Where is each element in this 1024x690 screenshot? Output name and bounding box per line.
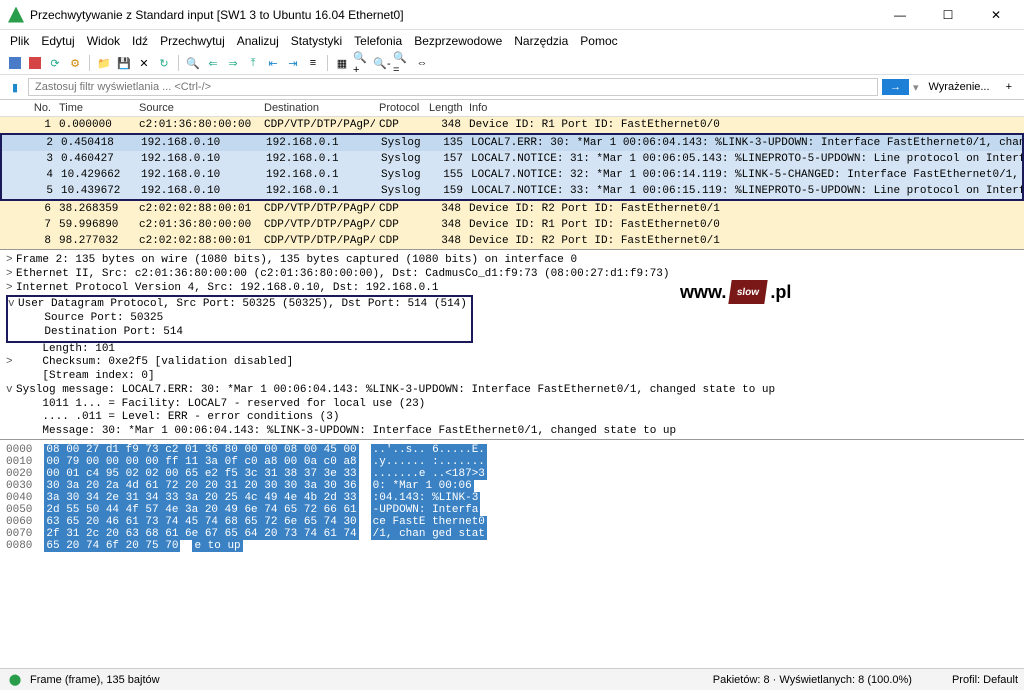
- hex-row[interactable]: 001000 79 00 00 00 00 ff 11 3a 0f c0 a8 …: [6, 456, 1018, 468]
- hex-row[interactable]: 002000 01 c4 95 02 02 00 65 e2 f5 3c 31 …: [6, 468, 1018, 480]
- detail-row[interactable]: >Internet Protocol Version 4, Src: 192.1…: [6, 282, 1018, 296]
- zoom-in-icon[interactable]: 🔍+: [353, 54, 371, 72]
- detail-row[interactable]: >Frame 2: 135 bytes on wire (1080 bits),…: [6, 254, 1018, 268]
- status-mid: Pakietów: 8 · Wyświetlanych: 8 (100.0%): [713, 674, 912, 686]
- save-icon[interactable]: 💾: [115, 54, 133, 72]
- detail-row[interactable]: Message: 30: *Mar 1 00:06:04.143: %LINK-…: [6, 425, 1018, 439]
- restart-capture-icon[interactable]: ⟳: [46, 54, 64, 72]
- hex-row[interactable]: 00403a 30 34 2e 31 34 33 3a 20 25 4c 49 …: [6, 492, 1018, 504]
- options-icon[interactable]: ⚙: [66, 54, 84, 72]
- resize-cols-icon[interactable]: ⇔: [413, 54, 431, 72]
- start-capture-icon[interactable]: [6, 54, 24, 72]
- menu-analizuj[interactable]: Analizuj: [237, 34, 279, 48]
- packet-row[interactable]: 20.450418192.168.0.10192.168.0.1Syslog13…: [2, 135, 1022, 151]
- autoscroll-icon[interactable]: ≡: [304, 54, 322, 72]
- detail-row[interactable]: > Checksum: 0xe2f5 [validation disabled]: [6, 356, 1018, 370]
- packet-row[interactable]: 898.277032c2:02:02:88:00:01CDP/VTP/DTP/P…: [0, 233, 1024, 249]
- menu-idź[interactable]: Idź: [132, 34, 148, 48]
- detail-row[interactable]: [Stream index: 0]: [6, 370, 1018, 384]
- menu-edytuj[interactable]: Edytuj: [41, 34, 74, 48]
- menu-statystyki[interactable]: Statystyki: [291, 34, 342, 48]
- hex-row[interactable]: 00502d 55 50 44 4f 57 4e 3a 20 49 6e 74 …: [6, 504, 1018, 516]
- colorize-icon[interactable]: ▦: [333, 54, 351, 72]
- close-file-icon[interactable]: ✕: [135, 54, 153, 72]
- add-filter-button[interactable]: +: [1000, 81, 1018, 93]
- expert-info-icon[interactable]: ⬤: [6, 671, 24, 689]
- expression-button[interactable]: Wyrażenie...: [923, 81, 996, 93]
- close-button[interactable]: ✕: [976, 3, 1016, 27]
- packet-row[interactable]: 410.429662192.168.0.10192.168.0.1Syslog1…: [2, 167, 1022, 183]
- last-icon[interactable]: ⇥: [284, 54, 302, 72]
- detail-row[interactable]: vUser Datagram Protocol, Src Port: 50325…: [8, 298, 467, 312]
- menu-telefonia[interactable]: Telefonia: [354, 34, 402, 48]
- menu-bar: Plik Edytuj Widok Idź Przechwytuj Analizuj Sta…: [0, 30, 1024, 52]
- packet-row[interactable]: 10.000000c2:01:36:80:00:00CDP/VTP/DTP/PA…: [0, 117, 1024, 133]
- next-icon[interactable]: ⇒: [224, 54, 242, 72]
- packet-list-header: No. Time Source Destination Protocol Len…: [0, 100, 1024, 117]
- find-icon[interactable]: 🔍: [184, 54, 202, 72]
- detail-row[interactable]: Length: 101: [6, 343, 1018, 357]
- maximize-button[interactable]: ☐: [928, 3, 968, 27]
- detail-row[interactable]: Source Port: 50325: [8, 312, 467, 326]
- packet-row[interactable]: 638.268359c2:02:02:88:00:01CDP/VTP/DTP/P…: [0, 201, 1024, 217]
- window-title: Przechwytywanie z Standard input [SW1 3 …: [30, 8, 880, 22]
- packet-details-pane[interactable]: >Frame 2: 135 bytes on wire (1080 bits),…: [0, 249, 1024, 439]
- display-filter-input[interactable]: [28, 78, 878, 96]
- stop-capture-icon[interactable]: [26, 54, 44, 72]
- hex-row[interactable]: 000008 00 27 d1 f9 73 c2 01 36 80 00 00 …: [6, 444, 1018, 456]
- menu-bezprzewodowe[interactable]: Bezprzewodowe: [414, 34, 502, 48]
- status-left: Frame (frame), 135 bajtów: [30, 674, 160, 686]
- first-icon[interactable]: ⇤: [264, 54, 282, 72]
- minimize-button[interactable]: —: [880, 3, 920, 27]
- packet-row[interactable]: 759.996890c2:01:36:80:00:00CDP/VTP/DTP/P…: [0, 217, 1024, 233]
- detail-row[interactable]: Destination Port: 514: [8, 326, 467, 340]
- detail-row[interactable]: .... .011 = Level: ERR - error condition…: [6, 411, 1018, 425]
- hex-row[interactable]: 008065 20 74 6f 20 75 70e to up: [6, 540, 1018, 552]
- app-icon: [8, 7, 24, 23]
- toolbar: ⟳ ⚙ 📁 💾 ✕ ↻ 🔍 ⇐ ⇒ ⤒ ⇤ ⇥ ≡ ▦ 🔍+ 🔍- 🔍= ⇔: [0, 52, 1024, 75]
- menu-plik[interactable]: Plik: [10, 34, 29, 48]
- detail-row[interactable]: 1011 1... = Facility: LOCAL7 - reserved …: [6, 398, 1018, 412]
- jump-icon[interactable]: ⤒: [244, 54, 262, 72]
- apply-filter-button[interactable]: →: [882, 79, 909, 95]
- status-right: Profil: Default: [952, 674, 1018, 686]
- open-icon[interactable]: 📁: [95, 54, 113, 72]
- packet-row[interactable]: 510.439672192.168.0.10192.168.0.1Syslog1…: [2, 183, 1022, 199]
- prev-icon[interactable]: ⇐: [204, 54, 222, 72]
- detail-row[interactable]: vSyslog message: LOCAL7.ERR: 30: *Mar 1 …: [6, 384, 1018, 398]
- bookmark-icon[interactable]: ▮: [6, 78, 24, 96]
- zoom-reset-icon[interactable]: 🔍=: [393, 54, 411, 72]
- menu-pomoc[interactable]: Pomoc: [580, 34, 617, 48]
- menu-narzędzia[interactable]: Narzędzia: [514, 34, 568, 48]
- menu-przechwytuj[interactable]: Przechwytuj: [160, 34, 225, 48]
- reload-icon[interactable]: ↻: [155, 54, 173, 72]
- hex-dump-pane[interactable]: 000008 00 27 d1 f9 73 c2 01 36 80 00 00 …: [0, 439, 1024, 569]
- hex-row[interactable]: 006063 65 20 46 61 73 74 45 74 68 65 72 …: [6, 516, 1018, 528]
- zoom-out-icon[interactable]: 🔍-: [373, 54, 391, 72]
- hex-row[interactable]: 003030 3a 20 2a 4d 61 72 20 20 31 20 30 …: [6, 480, 1018, 492]
- detail-row[interactable]: >Ethernet II, Src: c2:01:36:80:00:00 (c2…: [6, 268, 1018, 282]
- hex-row[interactable]: 00702f 31 2c 20 63 68 61 6e 67 65 64 20 …: [6, 528, 1018, 540]
- menu-widok[interactable]: Widok: [87, 34, 120, 48]
- packet-row[interactable]: 30.460427192.168.0.10192.168.0.1Syslog15…: [2, 151, 1022, 167]
- watermark-logo: www. slow .pl: [680, 280, 791, 304]
